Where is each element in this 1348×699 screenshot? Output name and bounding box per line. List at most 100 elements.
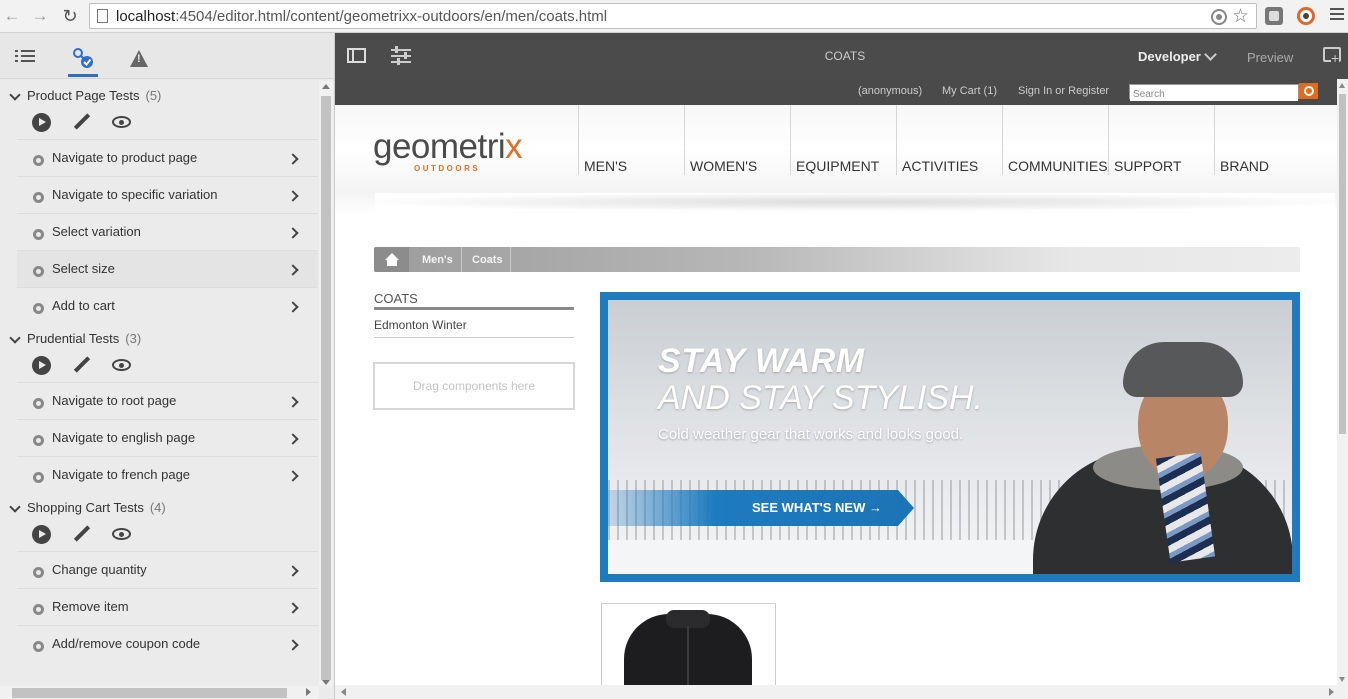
test-case-label: Remove item [52,599,129,614]
warning-icon[interactable] [130,50,148,67]
extension-icon[interactable] [1265,7,1283,25]
chevron-right-icon[interactable] [287,264,299,276]
chevron-right-icon[interactable] [287,470,299,482]
scroll-down-icon[interactable] [322,680,330,685]
edit-icon[interactable] [73,525,91,543]
nav-item-communities[interactable]: COMMUNITIES [1002,105,1108,175]
scroll-up-icon[interactable] [322,84,330,89]
product-image[interactable] [601,603,776,685]
subnav-item[interactable]: Edmonton Winter [374,318,467,332]
chevron-right-icon[interactable] [287,153,299,165]
suite-header[interactable]: Product Page Tests (5) [0,81,318,107]
scroll-thumb[interactable] [321,96,331,680]
test-case[interactable]: Select size [17,250,318,287]
star-icon[interactable]: ☆ [1232,5,1249,28]
mode-selector[interactable]: Developer [1138,49,1201,64]
page-properties-icon[interactable] [391,46,411,65]
user-label: (anonymous) [858,85,923,97]
scroll-thumb[interactable] [1339,94,1346,434]
scroll-right-icon[interactable] [306,688,311,696]
test-case[interactable]: Navigate to root page [17,382,318,419]
scroll-thumb[interactable] [12,688,287,698]
reload-icon[interactable]: ↻ [60,6,80,26]
test-case[interactable]: Remove item [17,588,318,625]
tests-icon[interactable] [68,47,98,77]
page-vertical-scrollbar[interactable] [1337,79,1348,685]
nav-item-activities[interactable]: ACTIVITIES [896,105,1002,175]
suite-header[interactable]: Shopping Cart Tests (4) [0,493,318,519]
chevron-down-icon[interactable] [9,89,21,101]
breadcrumb-item[interactable]: Men's [422,254,453,266]
url-text[interactable]: localhost:4504/editor.html/content/geome… [116,8,607,25]
test-case[interactable]: Add to cart [17,287,318,324]
search-input[interactable] [1130,88,1298,101]
eye-icon[interactable] [112,359,131,371]
chevron-right-icon[interactable] [287,639,299,651]
nav-item-mens[interactable]: MEN'S [578,105,684,175]
play-icon[interactable] [32,113,51,132]
cart-link[interactable]: My Cart (1) [942,85,997,97]
hero-headline: STAY WARM [658,342,865,380]
chevron-right-icon[interactable] [287,433,299,445]
target-icon[interactable] [1211,9,1227,25]
see-whats-new-button[interactable]: SEE WHAT'S NEW → [608,490,914,526]
menu-icon[interactable] [1330,8,1344,22]
panel-horizontal-scrollbar[interactable] [0,686,319,699]
suite-actions [0,350,318,382]
chevron-down-icon[interactable] [9,332,21,344]
scroll-left-icon[interactable] [341,688,346,696]
forward-icon[interactable]: → [30,6,50,26]
nav-item-womens[interactable]: WOMEN'S [684,105,790,175]
test-case[interactable]: Navigate to english page [17,419,318,456]
nav-item-brand[interactable]: BRAND [1214,105,1320,175]
suite-header[interactable]: Prudential Tests (3) [0,324,318,350]
test-case[interactable]: Change quantity [17,551,318,588]
status-dot-icon [33,398,44,409]
extension-icon[interactable] [1297,7,1315,25]
page-horizontal-scrollbar[interactable] [335,685,1348,699]
preview-button[interactable]: Preview [1247,50,1293,65]
test-case[interactable]: Navigate to specific variation [17,176,318,213]
cta-label: SEE WHAT'S NEW → [752,500,882,515]
eye-icon[interactable] [112,116,131,128]
back-icon[interactable]: ← [2,6,22,26]
scroll-down-icon[interactable] [1339,677,1345,682]
play-icon[interactable] [32,356,51,375]
chevron-right-icon[interactable] [287,396,299,408]
chevron-down-icon[interactable] [9,501,21,513]
search-icon[interactable] [1299,83,1318,99]
hero-banner[interactable]: STAY WARM AND STAY STYLISH. Cold weather… [600,292,1300,582]
home-icon[interactable] [374,247,409,272]
drop-zone[interactable]: Drag components here [373,362,575,410]
test-case[interactable]: Navigate to product page [17,139,318,176]
chevron-right-icon[interactable] [287,301,299,313]
chevron-down-icon[interactable] [1204,48,1217,61]
scroll-up-icon[interactable] [1339,83,1345,88]
chevron-right-icon[interactable] [287,227,299,239]
nav-item-support[interactable]: SUPPORT [1108,105,1214,175]
annotate-icon[interactable] [1323,47,1341,65]
signin-link[interactable]: Sign In or Register [1018,85,1109,97]
suite-count: (5) [145,88,162,103]
test-case-label: Navigate to english page [52,430,196,445]
edit-icon[interactable] [73,113,91,131]
play-icon[interactable] [32,525,51,544]
list-icon[interactable] [15,47,37,69]
test-case[interactable]: Add/remove coupon code [17,625,318,662]
edit-icon[interactable] [73,356,91,374]
breadcrumb-separator [461,247,462,272]
site-logo[interactable]: geometrix OUTDOORS [373,127,523,173]
chevron-right-icon[interactable] [287,602,299,614]
scroll-right-icon[interactable] [1329,688,1334,696]
chevron-right-icon[interactable] [287,565,299,577]
test-case[interactable]: Navigate to french page [17,456,318,493]
test-case[interactable]: Select variation [17,213,318,250]
chevron-right-icon[interactable] [287,190,299,202]
address-bar[interactable]: localhost:4504/editor.html/content/geome… [89,3,1257,29]
eye-icon[interactable] [112,528,131,540]
status-dot-icon [33,266,44,277]
toggle-sidepanel-icon[interactable] [347,48,366,63]
panel-vertical-scrollbar[interactable] [319,81,333,686]
nav-item-equipment[interactable]: EQUIPMENT [790,105,896,175]
breadcrumb-item[interactable]: Coats [472,254,503,266]
